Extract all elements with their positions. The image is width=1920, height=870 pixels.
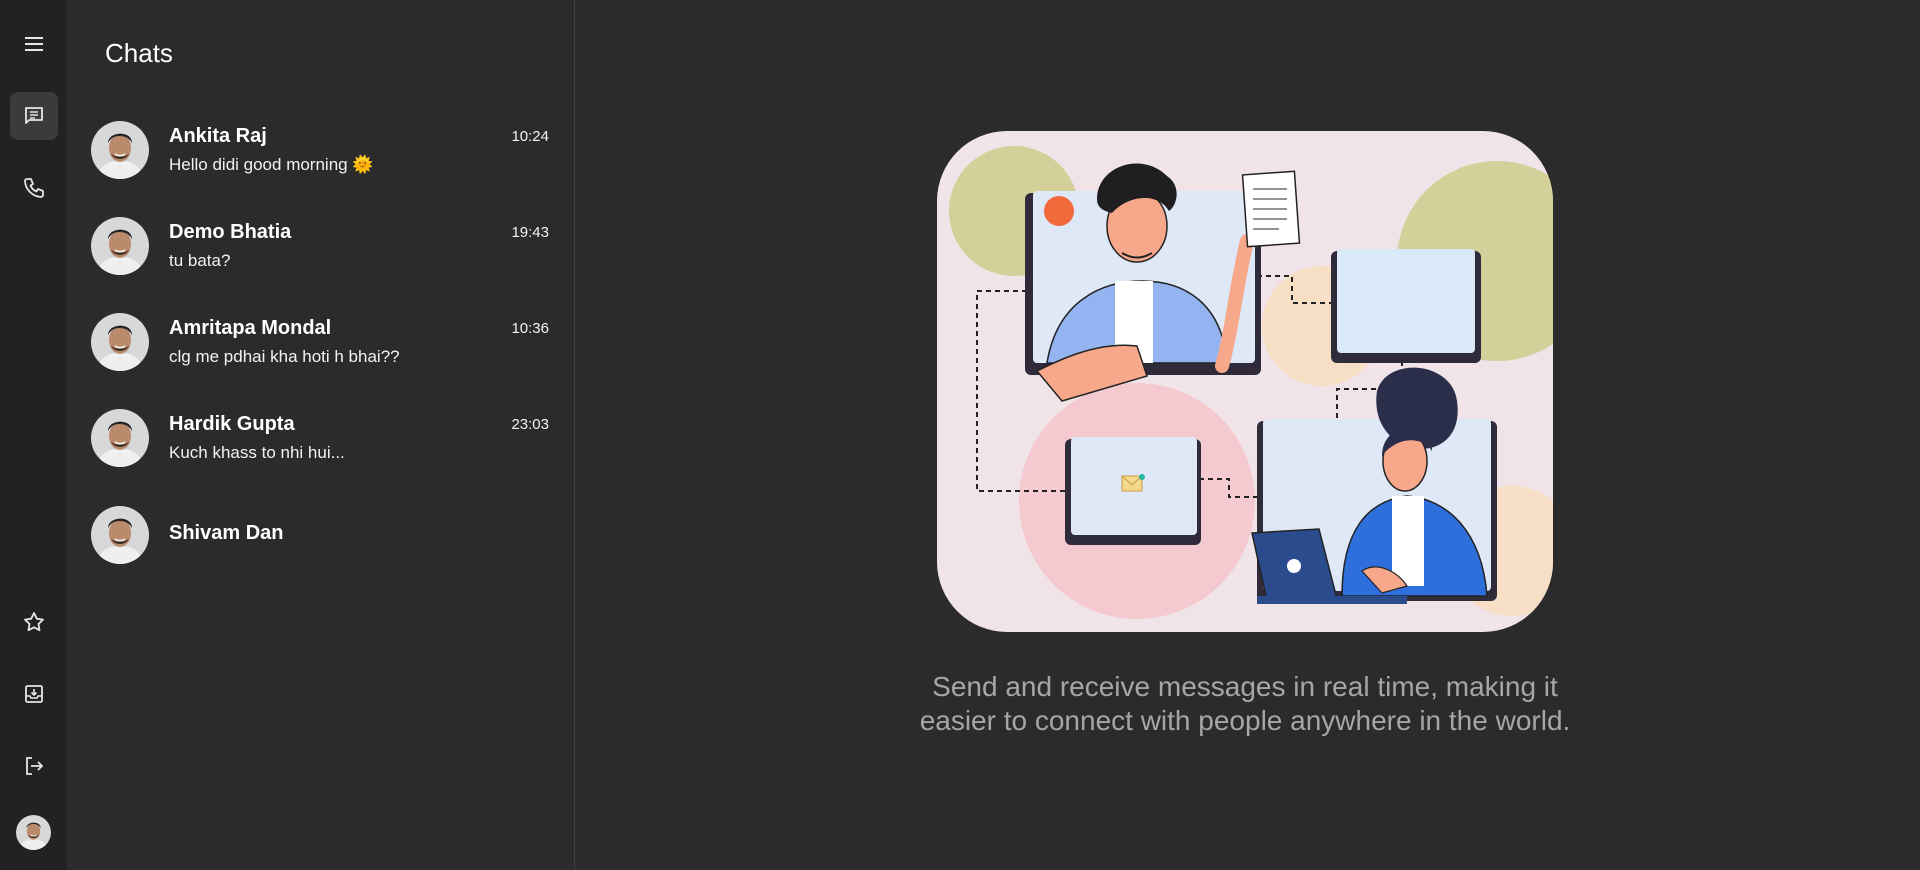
tagline-line-2: easier to connect with people anywhere i… [919, 705, 1571, 736]
profile-avatar[interactable] [16, 815, 51, 850]
chat-time: 19:43 [511, 224, 549, 241]
avatar [91, 217, 149, 275]
star-icon [24, 612, 44, 632]
chat-list-item[interactable]: Hardik Gupta Kuch khass to nhi hui... 23… [91, 396, 561, 480]
chat-list-item[interactable]: Shivam Dan [91, 493, 561, 577]
hamburger-menu-icon [25, 37, 43, 51]
welcome-tagline: Send and receive messages in real time, … [805, 670, 1685, 738]
chat-list-item[interactable]: Ankita Raj Hello didi good morning 🌞 10:… [91, 108, 561, 192]
tagline-line-1: Send and receive messages in real time, … [932, 671, 1558, 702]
chat-name: Ankita Raj [169, 125, 267, 147]
chat-icon [25, 107, 43, 124]
chat-illustration [937, 131, 1553, 632]
logout-icon [26, 757, 44, 775]
chat-list-item[interactable]: Amritapa Mondal clg me pdhai kha hoti h … [91, 300, 561, 384]
app-window: Chats Ankita Raj Hello didi good morning… [0, 0, 1920, 870]
chat-name: Hardik Gupta [169, 413, 295, 435]
avatar [91, 121, 149, 179]
chat-time: 10:36 [511, 320, 549, 337]
avatar [91, 409, 149, 467]
chat-list-title: Chats [105, 38, 173, 68]
nav-calls-button[interactable] [10, 164, 58, 212]
avatar [91, 313, 149, 371]
chat-name: Shivam Dan [169, 522, 284, 544]
nav-archived-button[interactable] [10, 670, 58, 718]
chat-last-message: clg me pdhai kha hoti h bhai?? [169, 347, 400, 366]
chat-name: Amritapa Mondal [169, 317, 332, 339]
avatar [91, 506, 149, 564]
chat-last-message: tu bata? [169, 251, 231, 270]
menu-button[interactable] [10, 20, 58, 68]
nav-rail [0, 0, 67, 870]
logout-button[interactable] [10, 742, 58, 790]
chat-time: 23:03 [511, 416, 549, 433]
nav-chats-button[interactable] [10, 92, 58, 140]
main-panel: Send and receive messages in real time, … [575, 0, 1920, 870]
chat-time: 10:24 [511, 128, 549, 145]
chat-list-item[interactable]: Demo Bhatia tu bata? 19:43 [91, 204, 561, 288]
chat-name: Demo Bhatia [169, 221, 292, 243]
nav-starred-button[interactable] [10, 598, 58, 646]
archive-icon [25, 685, 43, 703]
chat-last-message: Kuch khass to nhi hui... [169, 443, 345, 462]
chat-list-panel: Chats Ankita Raj Hello didi good morning… [67, 0, 575, 870]
chat-last-message: Hello didi good morning 🌞 [169, 155, 374, 174]
phone-icon [24, 178, 44, 198]
